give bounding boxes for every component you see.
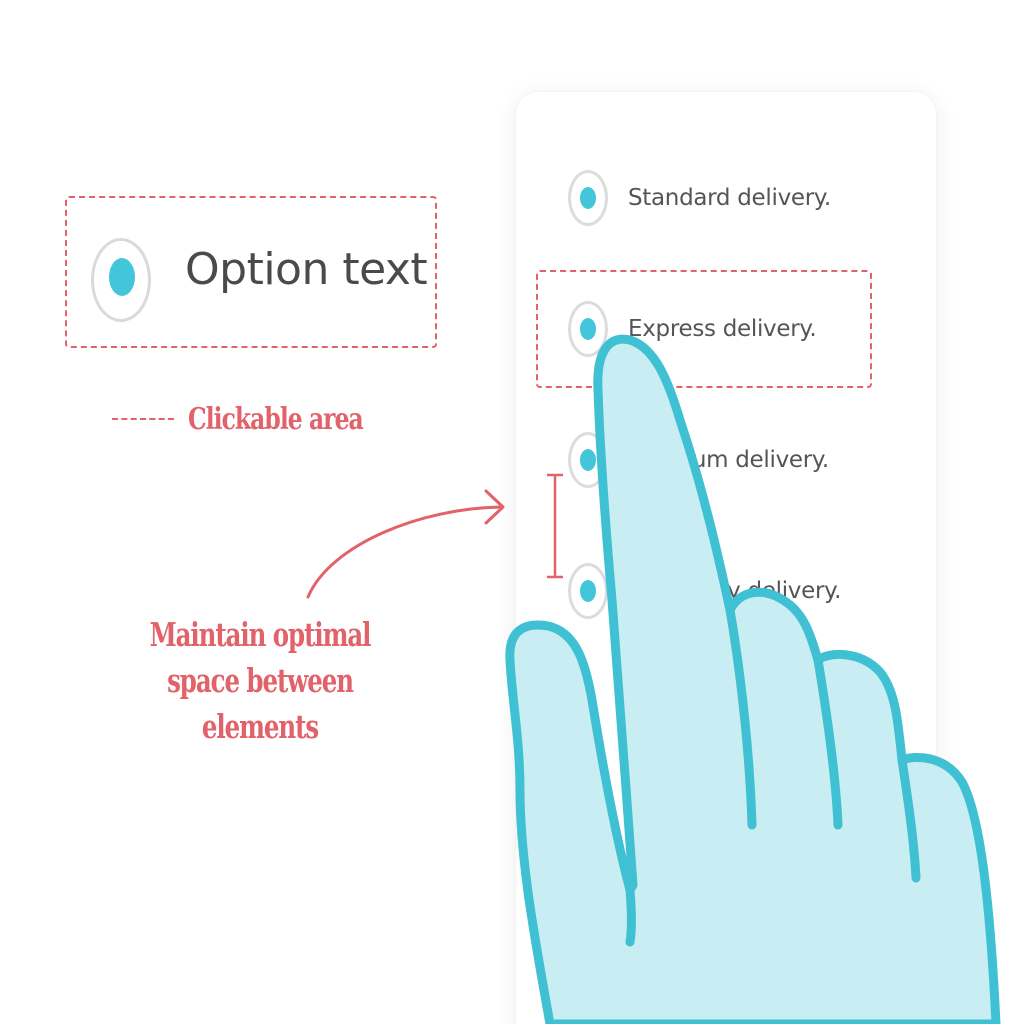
radio-dot-icon bbox=[580, 449, 596, 471]
radio-dot-icon bbox=[580, 187, 596, 209]
legend-label: Clickable area bbox=[188, 401, 364, 437]
option-standard-delivery[interactable]: Standard delivery. bbox=[568, 168, 831, 228]
caption-line: elements bbox=[201, 707, 319, 746]
radio-button[interactable] bbox=[568, 170, 608, 226]
spacing-bracket-icon bbox=[547, 473, 563, 579]
radio-dot-icon bbox=[580, 580, 596, 602]
illustration-stage: Option text Clickable area Maintain opti… bbox=[0, 0, 1024, 1024]
phone-card bbox=[516, 92, 936, 1024]
radio-button[interactable] bbox=[568, 563, 608, 619]
caption-line: space between bbox=[167, 661, 354, 700]
radio-button[interactable] bbox=[568, 301, 608, 357]
option-label[interactable]: Premium delivery. bbox=[628, 447, 829, 473]
option-label[interactable]: Express delivery. bbox=[628, 316, 817, 342]
spacing-caption: Maintain optimal space between elements bbox=[110, 612, 410, 750]
option-same-day-delivery[interactable]: Same day delivery. bbox=[568, 561, 841, 621]
legend: Clickable area bbox=[112, 394, 412, 444]
dashed-line-icon bbox=[112, 418, 174, 420]
example-option-label[interactable]: Option text bbox=[185, 240, 428, 300]
radio-dot-icon bbox=[109, 258, 135, 296]
option-label[interactable]: Standard delivery. bbox=[628, 185, 831, 211]
option-label[interactable]: Same day delivery. bbox=[628, 578, 841, 604]
option-express-delivery[interactable]: Express delivery. bbox=[568, 299, 817, 359]
caption-line: Maintain optimal bbox=[149, 615, 372, 654]
radio-dot-icon bbox=[580, 318, 596, 340]
option-premium-delivery[interactable]: Premium delivery. bbox=[568, 430, 829, 490]
radio-button[interactable] bbox=[568, 432, 608, 488]
example-radio-button[interactable] bbox=[91, 226, 153, 322]
